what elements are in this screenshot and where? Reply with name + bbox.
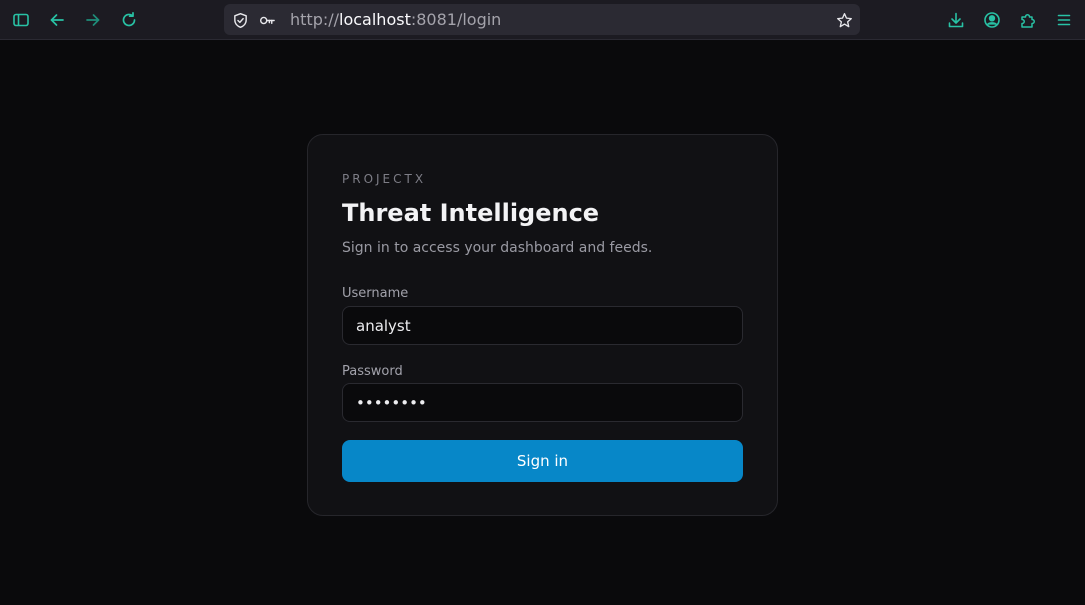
address-bar[interactable]: http://localhost:8081/login — [224, 4, 860, 35]
page-title: Threat Intelligence — [342, 199, 600, 227]
key-icon[interactable] — [257, 10, 277, 30]
browser-toolbar: http://localhost:8081/login — [0, 0, 1085, 40]
url-scheme: http:// — [290, 10, 340, 29]
sign-in-button[interactable]: Sign in — [342, 440, 743, 482]
forward-arrow-icon[interactable] — [81, 8, 105, 32]
bookmark-star-icon[interactable] — [834, 10, 854, 30]
url-text[interactable]: http://localhost:8081/login — [290, 9, 501, 30]
brand-label: PROJECTX — [342, 172, 427, 186]
menu-hamburger-icon[interactable] — [1052, 8, 1076, 32]
url-host: localhost — [339, 10, 411, 29]
account-icon[interactable] — [980, 8, 1004, 32]
username-input[interactable] — [342, 306, 743, 345]
shield-icon[interactable] — [230, 10, 250, 30]
url-path: :8081/login — [410, 10, 502, 29]
password-input[interactable] — [342, 383, 743, 422]
username-label: Username — [342, 286, 409, 301]
extensions-puzzle-icon[interactable] — [1016, 8, 1040, 32]
sidebar-toggle-icon[interactable] — [9, 8, 33, 32]
password-label: Password — [342, 364, 403, 379]
reload-icon[interactable] — [117, 8, 141, 32]
download-icon[interactable] — [944, 8, 968, 32]
login-card: PROJECTX Threat Intelligence Sign in to … — [307, 134, 778, 516]
back-arrow-icon[interactable] — [45, 8, 69, 32]
page-subtitle: Sign in to access your dashboard and fee… — [342, 240, 653, 256]
